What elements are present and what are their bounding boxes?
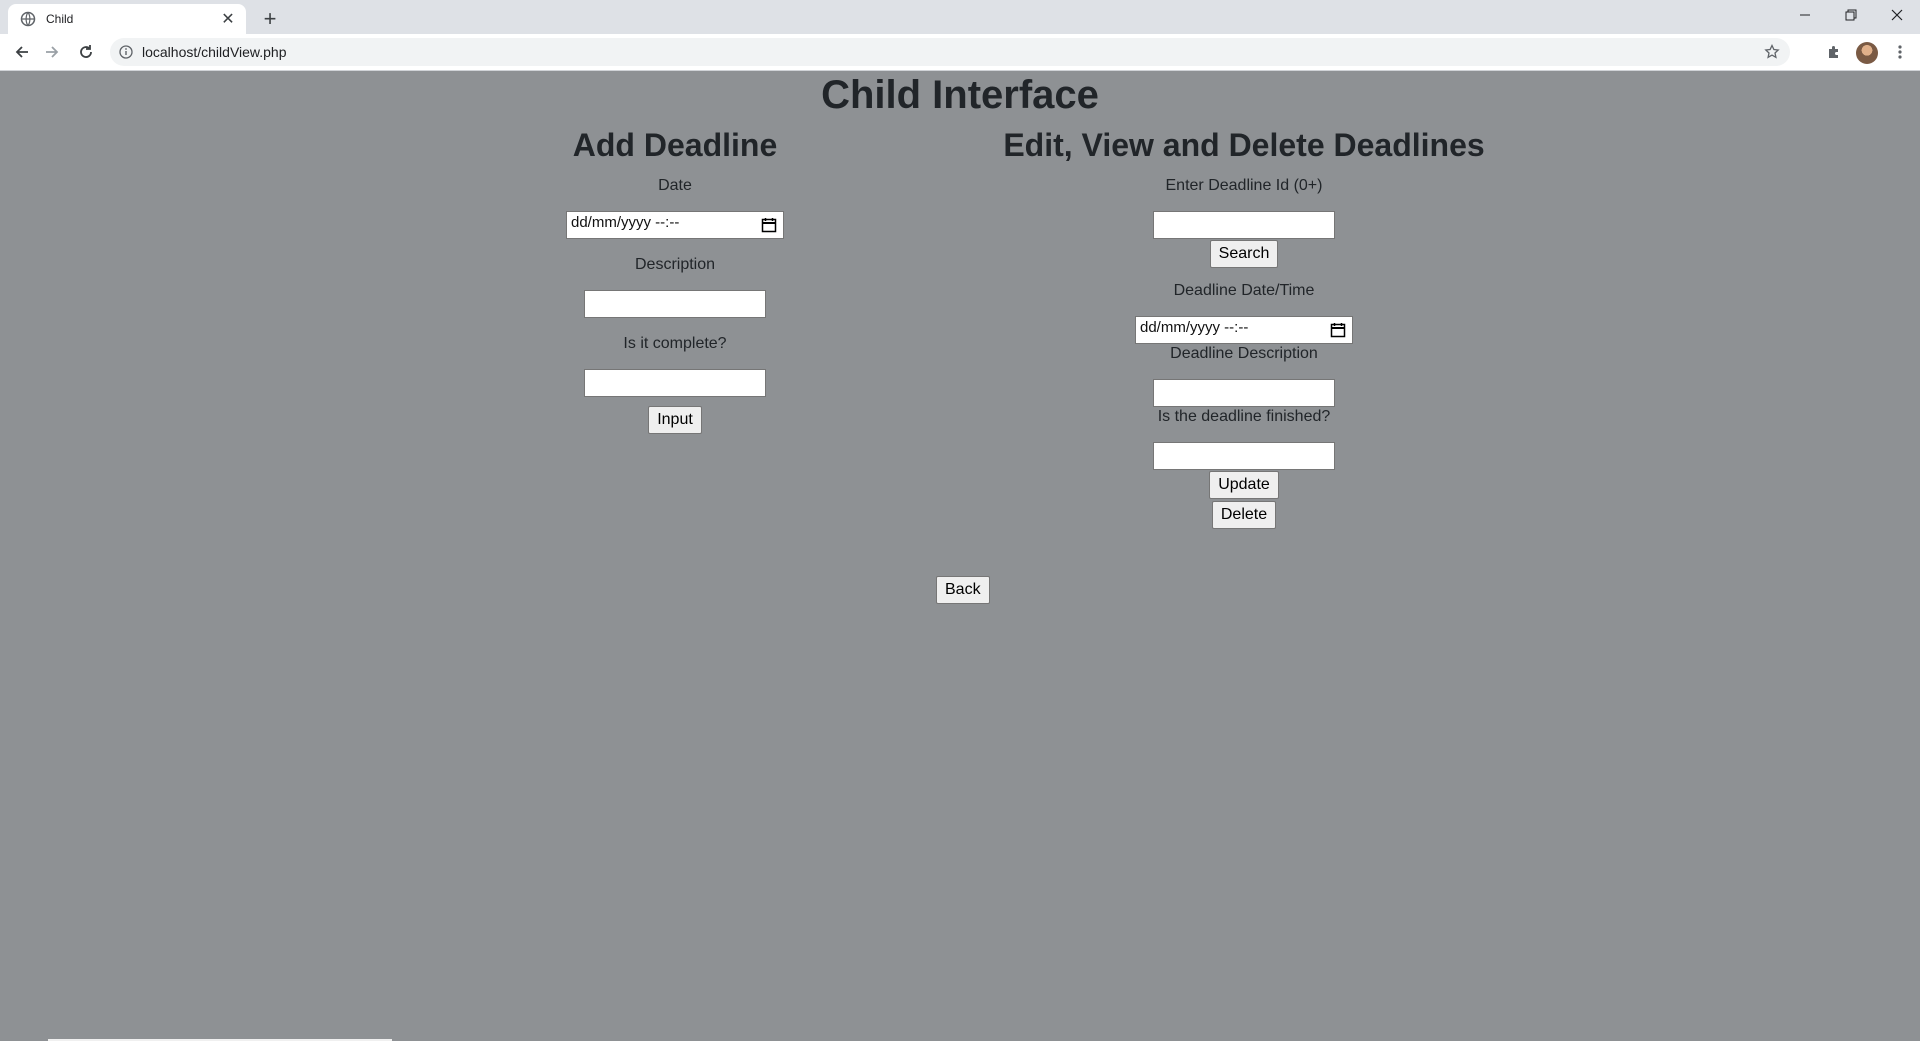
deadline-id-label: Enter Deadline Id (0+): [1165, 177, 1323, 194]
deadline-datetime-placeholder: dd/mm/yyyy --:--: [1140, 319, 1249, 336]
window-close-icon[interactable]: [1874, 0, 1920, 30]
deadline-finished-input[interactable]: [1153, 442, 1335, 470]
add-deadline-heading: Add Deadline: [572, 127, 778, 163]
deadline-finished-label: Is the deadline finished?: [1157, 408, 1331, 425]
deadline-description-input[interactable]: [1153, 379, 1335, 407]
add-deadline-section: Add Deadline Date dd/mm/yyyy --:-- Descr…: [540, 125, 810, 434]
url-text: localhost/childView.php: [142, 44, 287, 60]
delete-button[interactable]: Delete: [1211, 501, 1277, 529]
tab-strip: Child ✕ +: [0, 0, 1920, 34]
complete-label: Is it complete?: [623, 335, 727, 352]
back-button[interactable]: Back: [936, 576, 990, 604]
date-input[interactable]: dd/mm/yyyy --:--: [566, 211, 784, 239]
reload-icon[interactable]: [72, 38, 100, 66]
deadline-description-label: Deadline Description: [1170, 345, 1318, 362]
search-button[interactable]: Search: [1209, 240, 1279, 268]
complete-input[interactable]: [584, 369, 766, 397]
deadline-datetime-label: Deadline Date/Time: [1173, 282, 1315, 299]
globe-icon: [20, 11, 36, 27]
info-icon[interactable]: [118, 44, 134, 60]
browser-toolbar: localhost/childView.php: [0, 34, 1920, 71]
calendar-icon[interactable]: [761, 217, 777, 233]
deadline-id-input[interactable]: [1153, 211, 1335, 239]
page-title: Child Interface: [821, 73, 1099, 117]
edit-deadlines-heading: Edit, View and Delete Deadlines: [1003, 127, 1485, 163]
close-icon[interactable]: ✕: [216, 7, 240, 31]
tab-title: Child: [46, 12, 74, 26]
kebab-menu-icon[interactable]: [1888, 40, 1912, 64]
star-icon[interactable]: [1764, 43, 1780, 65]
browser-tab[interactable]: Child ✕: [8, 4, 246, 34]
edit-deadlines-section: Edit, View and Delete Deadlines Enter De…: [964, 125, 1524, 529]
description-label: Description: [634, 256, 716, 273]
date-label: Date: [658, 177, 692, 194]
puzzle-icon[interactable]: [1822, 40, 1846, 64]
calendar-icon[interactable]: [1330, 322, 1346, 338]
update-button[interactable]: Update: [1209, 471, 1279, 499]
deadline-datetime-input[interactable]: dd/mm/yyyy --:--: [1135, 316, 1353, 344]
profile-avatar[interactable]: [1856, 42, 1878, 64]
date-placeholder: dd/mm/yyyy --:--: [571, 214, 680, 231]
page-content: Child Interface Add Deadline Date dd/mm/…: [0, 71, 1920, 1041]
address-bar[interactable]: localhost/childView.php: [110, 38, 1790, 66]
description-input[interactable]: [584, 290, 766, 318]
forward-arrow-icon[interactable]: [38, 38, 66, 66]
input-button[interactable]: Input: [648, 406, 702, 434]
plus-icon[interactable]: +: [256, 5, 284, 33]
restore-icon[interactable]: [1828, 0, 1874, 30]
minimize-icon[interactable]: [1782, 0, 1828, 30]
back-arrow-icon[interactable]: [8, 38, 36, 66]
